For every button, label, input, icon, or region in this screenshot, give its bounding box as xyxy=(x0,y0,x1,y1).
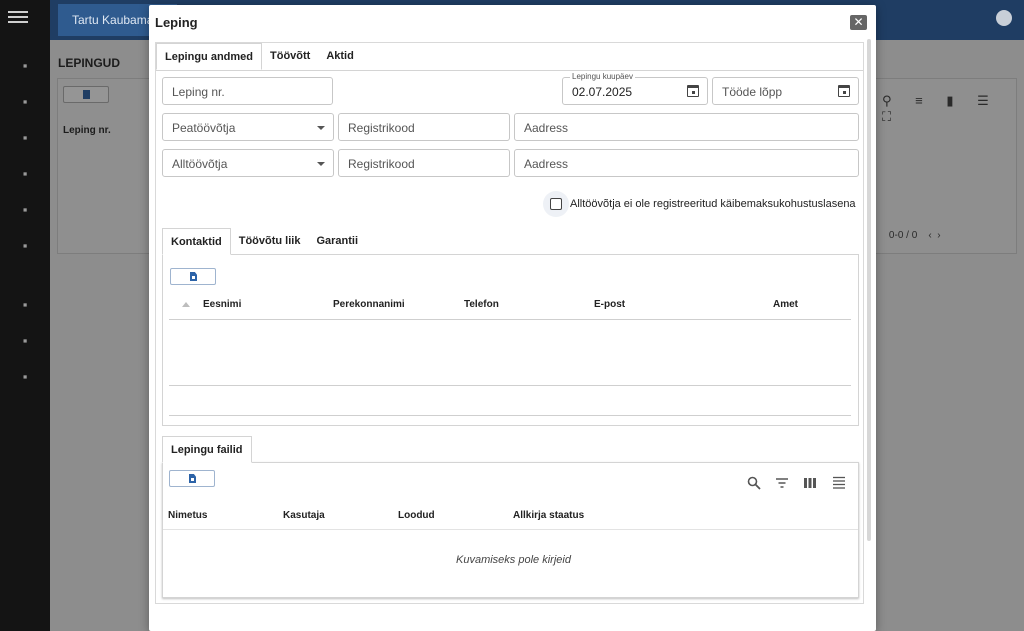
scrollbar[interactable] xyxy=(867,39,871,541)
column-header: Leping nr. xyxy=(63,125,111,136)
column-header[interactable]: Kasutaja xyxy=(283,510,325,521)
tab-contract-files[interactable]: Lepingu failid xyxy=(162,436,252,463)
contract-no-field[interactable]: Leping nr. xyxy=(162,77,333,105)
contract-date-label: Lepingu kuupäev xyxy=(570,72,635,82)
sidebar: ▪ ▪ ▪ ▪ ▪ ▪ ▪ ▪ ▪ xyxy=(0,0,50,631)
filter-icon[interactable] xyxy=(775,476,789,490)
pager-text: 0-0 / 0 xyxy=(888,230,918,241)
column-header[interactable]: Eesnimi xyxy=(203,299,241,310)
calendar-icon[interactable]: ▪ xyxy=(12,295,38,315)
tab-warranty[interactable]: Garantii xyxy=(308,228,366,255)
column-header[interactable]: E-post xyxy=(594,299,625,310)
tab-contract-data[interactable]: Lepingu andmed xyxy=(156,43,262,70)
contacts-panel: Eesnimi Perekonnanimi Telefon E-post Ame… xyxy=(162,254,859,426)
group-icon[interactable]: ▪ xyxy=(12,236,38,256)
sub-contractor-select[interactable]: Alltöövõtja xyxy=(162,149,334,177)
contract-no-placeholder: Leping nr. xyxy=(172,85,225,99)
add-file-button[interactable] xyxy=(169,470,215,487)
main-address-field[interactable]: Aadress xyxy=(514,113,859,141)
column-header[interactable]: Telefon xyxy=(464,299,499,310)
tab-work[interactable]: Töövõtt xyxy=(262,43,318,70)
sub-reg-placeholder: Registrikood xyxy=(348,157,415,171)
contact-tabs: Kontaktid Töövõtu liik Garantii xyxy=(162,228,366,255)
tab-contacts[interactable]: Kontaktid xyxy=(162,228,231,255)
sort-asc-icon[interactable] xyxy=(182,302,190,307)
sub-reg-field[interactable]: Registrikood xyxy=(338,149,510,177)
home-icon[interactable]: ▪ xyxy=(12,331,38,351)
density-icon[interactable] xyxy=(832,476,846,490)
close-icon[interactable]: ✕ xyxy=(850,15,867,30)
add-contract-button[interactable] xyxy=(63,86,109,103)
work-end-placeholder: Tööde lõpp xyxy=(722,85,783,99)
chevron-down-icon xyxy=(317,162,325,166)
add-file-icon xyxy=(190,272,197,281)
people-icon[interactable]: ▪ xyxy=(12,92,38,112)
main-reg-placeholder: Registrikood xyxy=(348,121,415,135)
column-header[interactable]: Perekonnanimi xyxy=(333,299,405,310)
calculator-icon[interactable]: ▪ xyxy=(12,200,38,220)
add-file-icon xyxy=(189,474,196,483)
dialog-frame: Lepingu andmed Töövõtt Aktid Leping nr. … xyxy=(155,42,864,604)
files-panel: Nimetus Kasutaja Loodud Allkirja staatus… xyxy=(162,462,859,598)
folder-icon[interactable]: ▪ xyxy=(12,128,38,148)
sub-address-field[interactable]: Aadress xyxy=(514,149,859,177)
user-icon[interactable] xyxy=(996,10,1012,26)
sub-contractor-placeholder: Alltöövõtja xyxy=(172,157,228,171)
menu-icon[interactable] xyxy=(8,8,28,28)
main-address-placeholder: Aadress xyxy=(524,121,569,135)
tools-icon[interactable]: ▪ xyxy=(12,367,38,387)
work-end-field[interactable]: Tööde lõpp xyxy=(712,77,859,105)
dialog-title: Leping xyxy=(155,15,198,30)
main-contractor-placeholder: Peatöövõtja xyxy=(172,121,236,135)
header-divider xyxy=(169,319,851,320)
calendar-icon[interactable] xyxy=(687,85,699,97)
table-tools: ⚲ ≡ ▮ ☰ ⛶ xyxy=(882,93,999,124)
tab-acts[interactable]: Aktid xyxy=(318,43,362,70)
files-tabs: Lepingu failid xyxy=(162,436,252,463)
main-reg-field[interactable]: Registrikood xyxy=(338,113,510,141)
chevron-down-icon xyxy=(317,126,325,130)
header-divider xyxy=(163,529,858,530)
search-icon[interactable] xyxy=(747,476,761,490)
vat-checkbox-label: Alltöövõtja ei ole registreeritud käibem… xyxy=(570,198,856,210)
pager: ▾ 0-0 / 0 ‹ › xyxy=(870,230,941,241)
contract-date-value: 02.07.2025 xyxy=(572,85,633,99)
empty-state: Kuvamiseks pole kirjeid xyxy=(456,554,571,566)
contract-date-field[interactable]: Lepingu kuupäev 02.07.2025 xyxy=(562,72,708,105)
column-header[interactable]: Allkirja staatus xyxy=(513,510,584,521)
tabs-divider xyxy=(156,70,863,71)
folder-move-icon[interactable]: ▪ xyxy=(12,164,38,184)
top-tabs: Lepingu andmed Töövõtt Aktid xyxy=(156,43,362,70)
main-contractor-select[interactable]: Peatöövõtja xyxy=(162,113,334,141)
column-header[interactable]: Loodud xyxy=(398,510,435,521)
columns-icon[interactable] xyxy=(803,476,817,490)
vat-checkbox[interactable] xyxy=(550,198,562,210)
calendar-icon[interactable] xyxy=(838,85,850,97)
section-title: LEPINGUD xyxy=(58,56,121,70)
tab-work-type[interactable]: Töövõtu liik xyxy=(231,228,309,255)
contract-dialog: Leping ✕ Lepingu andmed Töövõtt Aktid Le… xyxy=(149,5,876,631)
column-header[interactable]: Nimetus xyxy=(168,510,207,521)
row-divider xyxy=(169,385,851,386)
edit-icon[interactable]: ▪ xyxy=(12,56,38,76)
footer-divider xyxy=(169,415,851,416)
add-contact-button[interactable] xyxy=(170,268,216,285)
sub-address-placeholder: Aadress xyxy=(524,157,569,171)
column-header[interactable]: Amet xyxy=(773,299,798,310)
